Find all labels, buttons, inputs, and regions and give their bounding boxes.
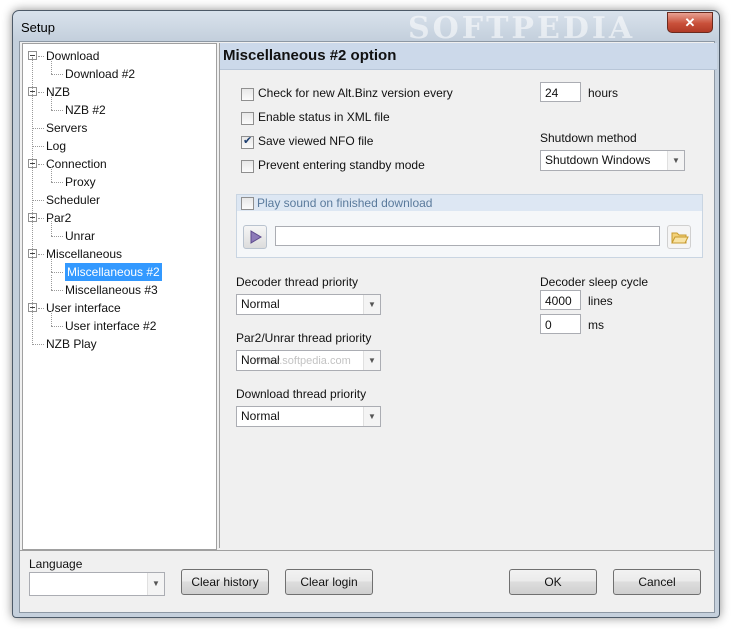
tree-connector <box>32 344 44 345</box>
hours-unit: hours <box>588 86 619 100</box>
tree-item[interactable]: NZB <box>46 83 70 101</box>
chevron-down-icon: ▼ <box>363 295 380 314</box>
hours-input[interactable]: 24 <box>540 82 581 102</box>
tree-connector <box>51 167 52 182</box>
tree-connector <box>32 57 33 345</box>
tree-item[interactable]: Par2 <box>46 209 71 227</box>
tree-connector <box>51 110 63 111</box>
tree-connector <box>38 218 44 219</box>
tree-item[interactable]: Proxy <box>65 173 96 191</box>
tree-connector <box>32 146 44 147</box>
tree-connector <box>51 272 63 273</box>
tree-connector <box>38 164 44 165</box>
sleep-lines-input[interactable]: 4000 <box>540 290 581 310</box>
tree-connector <box>38 254 44 255</box>
tree-item[interactable]: Servers <box>46 119 87 137</box>
sound-file-input[interactable] <box>275 226 660 246</box>
par2-priority-label: Par2/Unrar thread priority <box>236 331 372 345</box>
save-nfo-checkbox[interactable] <box>241 134 254 149</box>
folder-icon <box>671 232 689 244</box>
tree-item[interactable]: Unrar <box>65 227 95 245</box>
tree-item[interactable]: User interface <box>46 299 121 317</box>
tree-item[interactable]: Scheduler <box>46 191 100 209</box>
tree-connector <box>51 275 52 290</box>
panel-title: Miscellaneous #2 option <box>220 43 717 70</box>
shutdown-method-value: Shutdown Windows <box>545 153 651 167</box>
standby-label: Prevent entering standby mode <box>258 158 425 172</box>
clear-login-button[interactable]: Clear login <box>285 569 373 595</box>
client-area: Download Download #2 NZB NZB #2 Servers Log Co… <box>19 41 717 613</box>
tree-connector <box>38 92 44 93</box>
tree-item[interactable]: NZB Play <box>46 335 97 353</box>
check-version-checkbox[interactable] <box>241 88 254 101</box>
tree-item[interactable]: Download <box>46 47 99 65</box>
tree-item[interactable]: User interface #2 <box>65 317 156 335</box>
download-priority-select[interactable]: Normal ▼ <box>236 406 381 427</box>
play-sound-label: Play sound on finished download <box>257 196 433 210</box>
tree-connector <box>51 95 52 110</box>
tree-connector <box>51 311 52 326</box>
decoder-priority-value: Normal <box>241 297 280 311</box>
tree-connector <box>51 74 63 75</box>
sleep-lines-unit: lines <box>588 294 613 308</box>
tree-connector <box>51 326 63 327</box>
download-priority-value: Normal <box>241 409 280 423</box>
download-priority-label: Download thread priority <box>236 387 367 401</box>
tree-item[interactable]: Miscellaneous #2 <box>65 263 162 281</box>
tree-connector <box>51 221 52 236</box>
chevron-down-icon: ▼ <box>363 351 380 370</box>
tree-item[interactable]: Download #2 <box>65 65 135 83</box>
tree-item[interactable]: NZB #2 <box>65 101 106 119</box>
decoder-priority-label: Decoder thread priority <box>236 275 359 289</box>
tree-connector <box>32 200 44 201</box>
chevron-down-icon: ▼ <box>363 407 380 426</box>
bottom-bar: Language ▼ Clear history Clear login OK … <box>20 550 714 613</box>
tree-item[interactable]: Log <box>46 137 66 155</box>
browse-sound-button[interactable] <box>667 225 691 249</box>
sleep-ms-unit: ms <box>588 318 604 332</box>
xml-status-label: Enable status in XML file <box>258 110 390 124</box>
play-icon <box>250 230 262 244</box>
tree-item[interactable]: Connection <box>46 155 107 173</box>
sleep-cycle-label: Decoder sleep cycle <box>540 275 649 289</box>
window-title: Setup <box>21 20 55 35</box>
tree-connector <box>51 257 52 272</box>
chevron-down-icon: ▼ <box>147 573 164 595</box>
options-panel: Miscellaneous #2 option Check for new Al… <box>219 43 717 548</box>
decoder-priority-select[interactable]: Normal ▼ <box>236 294 381 315</box>
shutdown-method-label: Shutdown method <box>540 131 637 145</box>
tree-connector <box>51 59 52 74</box>
tree-item[interactable]: Miscellaneous <box>46 245 122 263</box>
language-label: Language <box>29 557 83 571</box>
tree-connector <box>51 290 63 291</box>
setup-window: SOFTPEDIA Setup ✕ Download Download #2 NZB… <box>12 10 720 618</box>
tree-connector <box>38 56 44 57</box>
chevron-down-icon: ▼ <box>667 151 684 170</box>
tree-connector <box>38 308 44 309</box>
tree-item[interactable]: Miscellaneous #3 <box>65 281 158 299</box>
play-sound-checkbox[interactable] <box>241 197 254 210</box>
softpedia-ghost-watermark: www.softpedia.com <box>256 355 351 367</box>
tree-connector <box>51 236 63 237</box>
check-version-label: Check for new Alt.Binz version every <box>258 86 453 100</box>
standby-checkbox[interactable] <box>241 160 254 173</box>
clear-history-button[interactable]: Clear history <box>181 569 269 595</box>
save-nfo-label: Save viewed NFO file <box>258 134 374 148</box>
xml-status-checkbox[interactable] <box>241 112 254 125</box>
sound-group: Play sound on finished download <box>236 194 703 258</box>
sleep-ms-input[interactable]: 0 <box>540 314 581 334</box>
tree-connector <box>32 128 44 129</box>
play-sound-button[interactable] <box>243 225 267 249</box>
shutdown-method-select[interactable]: Shutdown Windows ▼ <box>540 150 685 171</box>
ok-button[interactable]: OK <box>509 569 597 595</box>
settings-tree[interactable]: Download Download #2 NZB NZB #2 Servers Log Co… <box>22 43 217 550</box>
language-select[interactable]: ▼ <box>29 572 165 596</box>
cancel-button[interactable]: Cancel <box>613 569 701 595</box>
close-button[interactable]: ✕ <box>667 12 713 33</box>
tree-connector <box>51 182 63 183</box>
